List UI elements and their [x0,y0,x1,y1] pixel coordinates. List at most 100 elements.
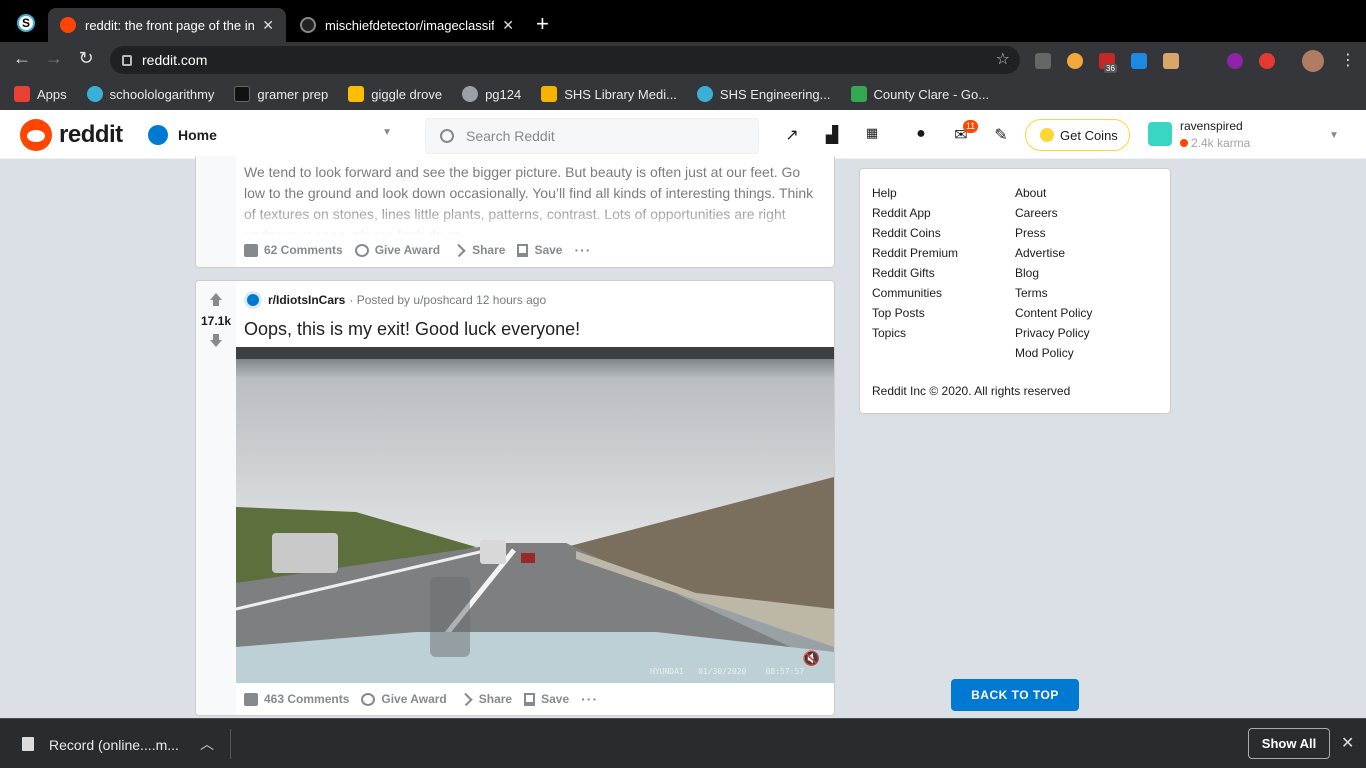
box-extension-icon[interactable] [1163,53,1179,69]
trending-icon[interactable]: ↗ [782,125,802,145]
footer-link[interactable]: Press [1015,223,1092,243]
footer-link[interactable]: Top Posts [872,303,958,323]
post-title[interactable]: Oops, this is my exit! Good luck everyon… [244,319,580,340]
chrome-menu-icon[interactable]: ⋮ [1340,50,1356,70]
bookmark-county-clare[interactable]: County Clare - Go... [850,86,989,102]
share-button[interactable]: Share [452,243,505,257]
comments-button[interactable]: 463 Comments [244,692,349,706]
bookmark-shs-library[interactable]: SHS Library Medi... [541,86,677,102]
footer-link[interactable]: Privacy Policy [1015,323,1092,343]
comments-button[interactable]: 62 Comments [244,243,343,257]
footer-link[interactable]: Reddit Premium [872,243,958,263]
new-tab-plus-icon[interactable]: + [536,11,549,37]
footer-link[interactable]: Mod Policy [1015,343,1092,363]
post-meta: r/IdiotsInCars · Posted by u/poshcard 12… [244,291,546,309]
show-all-button[interactable]: Show All [1248,728,1330,759]
create-post-pencil-icon[interactable]: ✎ [991,125,1011,145]
search-input[interactable] [466,128,746,144]
bookmark-shs-engineering[interactable]: SHS Engineering... [696,86,831,102]
footer-link[interactable]: Blog [1015,263,1092,283]
chrome-profile-avatar[interactable] [1302,50,1324,72]
subreddit-link[interactable]: r/IdiotsInCars [268,293,345,307]
leaderboard-icon[interactable]: ▟ [822,125,842,145]
share-button[interactable]: Share [459,692,512,706]
footer-link[interactable]: Communities [872,283,958,303]
chevron-up-icon[interactable]: ︿ [200,734,214,754]
bookmark-gramer-prep[interactable]: gramer prep [234,86,328,102]
bookmark-label: giggle drove [371,86,443,102]
save-button[interactable]: Save [517,243,562,257]
get-coins-button[interactable]: Get Coins [1025,119,1130,151]
close-icon[interactable]: ✕ [1341,733,1354,753]
footer-link[interactable]: Reddit Gifts [872,263,958,283]
footer-link[interactable]: Advertise [1015,243,1092,263]
subreddit-icon[interactable] [244,291,262,309]
reddit-logo-icon[interactable] [20,119,52,151]
share-label: Share [478,692,513,706]
give-award-button[interactable]: Give Award [354,243,440,257]
crx-extension-icon[interactable] [1035,53,1051,69]
download-item[interactable]: Record (online....m... [49,737,179,753]
browser-tab-strip: S reddit: the front page of the int ✕ mi… [0,0,1366,42]
username[interactable]: ravenspired [1180,119,1243,133]
more-options-icon[interactable]: ··· [581,691,598,707]
bookmark-star-icon[interactable]: ☆ [996,49,1010,69]
footer-link[interactable]: Topics [872,323,958,343]
bookmark-apps[interactable]: Apps [14,86,67,102]
library-icon [541,86,558,102]
tab-github[interactable]: mischiefdetector/imageclassifi ✕ [288,8,526,42]
footer-link[interactable]: Reddit App [872,203,958,223]
apps-grid-icon [14,86,30,102]
forward-arrow-icon[interactable]: → [42,48,66,69]
download-bar: Record (online....m... ︿ Show All ✕ [0,718,1366,768]
give-award-button[interactable]: Give Award [361,692,447,706]
schoology-profile-icon[interactable]: S [17,14,35,32]
reddit-wordmark[interactable]: reddit [59,121,123,149]
downvote-arrow-icon[interactable] [209,334,223,348]
more-options-icon[interactable]: ··· [574,242,591,258]
red-extension-icon[interactable] [1259,53,1275,69]
user-menu-chevron-icon[interactable]: ▼ [1329,130,1339,141]
gb-icon [234,86,251,102]
footer-link[interactable]: Reddit Coins [872,223,958,243]
owl-extension-icon[interactable] [1067,53,1083,69]
github-favicon-icon [300,17,316,33]
user-avatar[interactable] [1148,122,1172,146]
tab-title: reddit: the front page of the int [85,17,255,33]
bookmark-pg124[interactable]: pg124 [462,86,521,102]
save-label: Save [541,692,570,706]
footer-link[interactable]: Careers [1015,203,1092,223]
tab-reddit[interactable]: reddit: the front page of the int ✕ [48,8,286,42]
chat-icon[interactable]: ● [911,125,931,145]
reload-icon[interactable]: ↻ [74,48,98,69]
address-bar[interactable]: reddit.com ☆ [110,46,1020,74]
close-tab-icon[interactable]: ✕ [262,17,274,34]
video-player[interactable]: HYUNDAI 01/30/2020 08:57:57 🔇 [236,347,834,683]
back-arrow-icon[interactable]: ← [10,48,34,69]
feed-selector[interactable]: Home ▼ [148,120,398,150]
footer-link[interactable]: Help [872,183,958,203]
color-extension-icon[interactable] [1227,53,1243,69]
mute-speaker-icon[interactable]: 🔇 [803,650,820,667]
save-button[interactable]: Save [524,692,569,706]
footer-links-left: Help Reddit App Reddit Coins Reddit Prem… [872,183,958,343]
footer-link[interactable]: About [1015,183,1092,203]
communities-icon[interactable]: ▦ [862,125,882,145]
bookmark-schoology[interactable]: schoolologarithmy [86,86,214,102]
post-card[interactable]: We tend to look forward and see the bigg… [195,156,835,268]
save-bookmark-icon [524,692,536,706]
check-extension-icon[interactable] [1131,53,1147,69]
search-bar[interactable] [425,118,759,154]
bookmark-giggle-drove[interactable]: giggle drove [348,86,442,102]
footer-link[interactable]: Terms [1015,283,1092,303]
coin-icon [1040,128,1054,142]
notification-badge: 11 [963,120,978,133]
back-to-top-button[interactable]: BACK TO TOP [951,679,1079,711]
footer-link[interactable]: Content Policy [1015,303,1092,323]
post-card[interactable]: 17.1k r/IdiotsInCars · Posted by u/poshc… [195,280,835,716]
sidebar-footer: Help Reddit App Reddit Coins Reddit Prem… [859,168,1171,414]
upvote-arrow-icon[interactable] [209,293,223,307]
close-tab-icon[interactable]: ✕ [502,17,514,34]
home-icon [148,125,168,145]
save-label: Save [534,243,563,257]
